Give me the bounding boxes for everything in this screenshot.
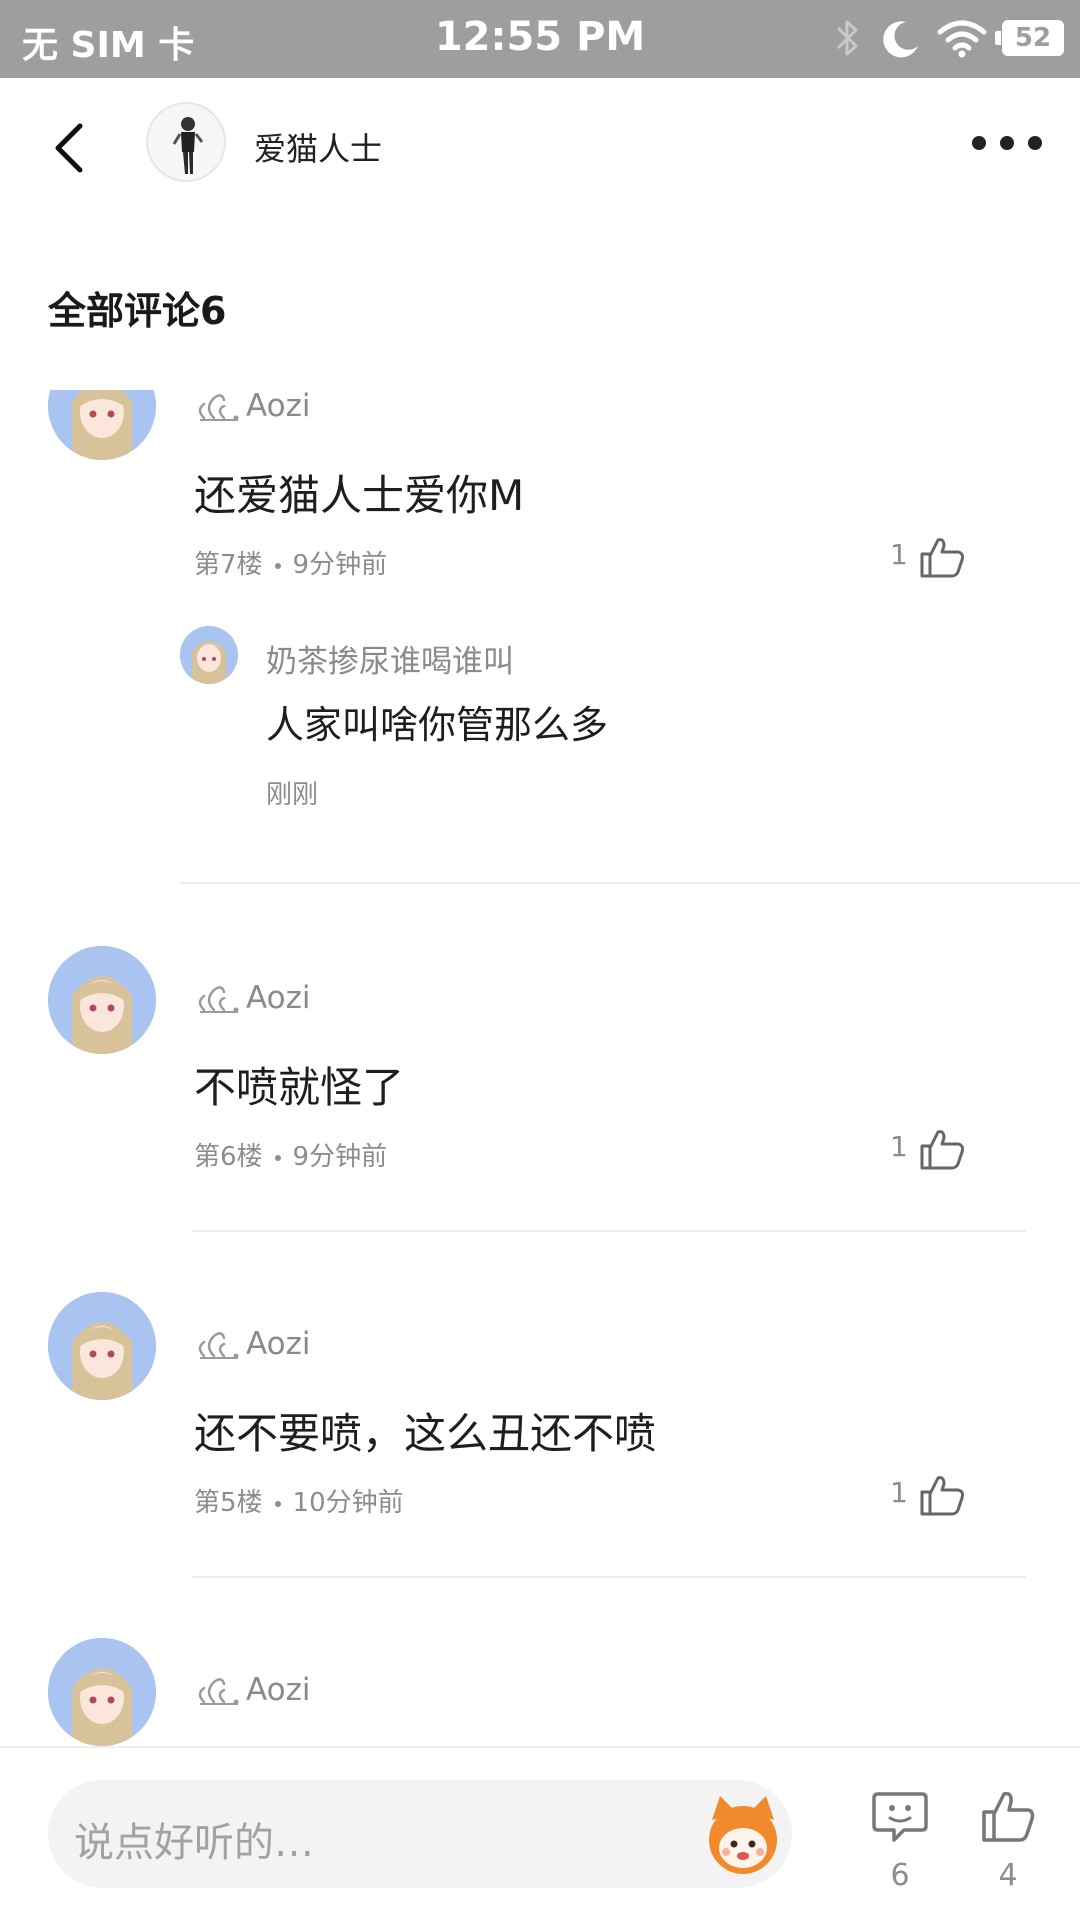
separator-dot [274, 1500, 281, 1507]
header: 爱猫人士 [0, 78, 1080, 208]
comment-input[interactable]: 说点好听的… [48, 1780, 792, 1888]
avatar[interactable] [48, 390, 156, 460]
comment-username[interactable]: Aozi [194, 1326, 311, 1362]
wifi-icon [937, 20, 987, 58]
anime-girl-avatar-icon [48, 1292, 156, 1400]
comment-username[interactable]: Aozi [194, 1672, 311, 1708]
thumbs-up-icon[interactable] [918, 1126, 966, 1172]
comment-count: 6 [890, 1858, 910, 1893]
reply-avatar[interactable] [180, 626, 238, 684]
comment-meta: 第5楼 10分钟前 [194, 1482, 404, 1519]
like-count-total: 4 [998, 1858, 1018, 1893]
comment-meta: 第6楼 9分钟前 [194, 1136, 387, 1173]
like-count: 1 [890, 1130, 908, 1163]
divider [192, 1576, 1026, 1578]
chevron-left-icon[interactable] [44, 118, 94, 178]
username-label: Aozi [246, 1672, 311, 1708]
avatar[interactable] [48, 1292, 156, 1400]
moon-icon [883, 21, 918, 58]
floor-label: 第5楼 [194, 1488, 263, 1518]
battery-indicator: 52 [995, 20, 1064, 56]
thumbs-up-icon[interactable] [980, 1788, 1036, 1844]
floor-label: 第7楼 [194, 550, 263, 580]
comment-meta: 第7楼 9分钟前 [194, 544, 387, 581]
username-decoration-icon [198, 394, 239, 421]
comment-input-placeholder: 说点好听的… [74, 1820, 314, 1866]
avatar[interactable] [146, 102, 226, 182]
bottom-bar: 说点好听的… 6 4 [0, 1746, 1080, 1920]
username-decoration-icon [198, 1678, 239, 1705]
avatar[interactable] [48, 1638, 156, 1746]
comments-section-title: 全部评论6 [48, 289, 227, 333]
timestamp: 10分钟前 [292, 1488, 404, 1518]
mascot-emoji-icon[interactable] [698, 1790, 788, 1880]
thumbs-up-icon[interactable] [918, 534, 966, 580]
comment-text: 还爱猫人士爱你M [194, 471, 525, 520]
username-decoration-icon [198, 1332, 239, 1359]
username-label: Aozi [246, 388, 311, 424]
comment-text: 不喷就怪了 [194, 1063, 405, 1112]
timestamp: 9分钟前 [292, 550, 388, 580]
anime-girl-avatar-icon [180, 626, 238, 684]
comment-text: 还不要喷，这么丑还不喷 [194, 1409, 657, 1458]
like-count: 1 [890, 538, 908, 571]
divider [180, 882, 1080, 884]
person-figure-icon [172, 117, 204, 174]
anime-girl-avatar-icon [48, 390, 156, 460]
timestamp: 9分钟前 [292, 1142, 388, 1172]
reply-timestamp: 刚刚 [266, 780, 319, 810]
floor-label: 第6楼 [194, 1142, 263, 1172]
thumbs-up-icon[interactable] [918, 1472, 966, 1518]
page-title: 爱猫人士 [254, 130, 383, 168]
username-label: Aozi [246, 1326, 311, 1362]
like-count: 1 [890, 1476, 908, 1509]
separator-dot [274, 562, 281, 569]
reply-text: 人家叫啥你管那么多 [266, 703, 609, 747]
separator-dot [274, 1154, 281, 1161]
more-horizontal-icon[interactable] [972, 128, 1042, 158]
username-label: Aozi [246, 980, 311, 1016]
avatar[interactable] [48, 946, 156, 1054]
reply-username[interactable]: 奶茶掺尿谁喝谁叫 [266, 636, 514, 681]
username-decoration-icon [198, 986, 239, 1013]
comment-username[interactable]: Aozi [194, 980, 311, 1016]
divider [192, 1230, 1026, 1232]
comment-username[interactable]: Aozi [194, 388, 311, 424]
anime-girl-avatar-icon [48, 946, 156, 1054]
bluetooth-icon [836, 20, 858, 56]
status-bar: 无 SIM 卡 12:55 PM 52 [0, 0, 1080, 78]
comment-bubble-icon[interactable] [870, 1788, 930, 1846]
anime-girl-avatar-icon [48, 1638, 156, 1746]
